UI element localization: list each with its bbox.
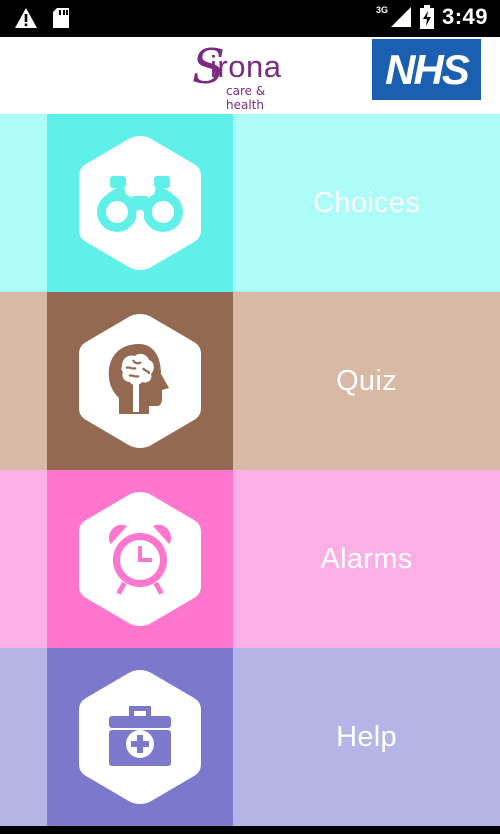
help-hexagon [77,668,203,806]
sd-card-icon [53,8,69,28]
main-menu: Choices Quiz Alarms Help [0,114,500,826]
app-header: S irona care & health NHS [0,37,500,114]
menu-item-alarms[interactable]: Alarms [0,470,500,648]
menu-item-choices[interactable]: Choices [0,114,500,292]
warning-icon [15,8,37,28]
sirona-logo-text: irona [210,49,282,84]
battery-icon [419,5,434,29]
menu-item-quiz[interactable]: Quiz [0,292,500,470]
sirona-logo-tagline: care & health [226,84,266,112]
menu-item-help-label: Help [336,720,397,753]
bottom-edge [0,826,500,834]
alarms-hexagon [77,490,203,628]
choices-hexagon [77,134,203,272]
network-type: 3G [375,5,388,15]
signal-icon [390,7,411,27]
menu-item-help[interactable]: Help [0,648,500,826]
sirona-logo: S irona care & health [192,39,304,112]
clock: 3:49 [441,4,488,29]
quiz-hexagon [77,312,203,450]
nhs-logo: NHS [372,39,481,100]
nhs-logo-text: NHS [385,45,470,93]
menu-item-alarms-label: Alarms [320,542,413,575]
status-bar: 3G 3:49 [0,0,500,37]
menu-item-choices-label: Choices [313,186,420,219]
menu-item-quiz-label: Quiz [336,364,397,397]
